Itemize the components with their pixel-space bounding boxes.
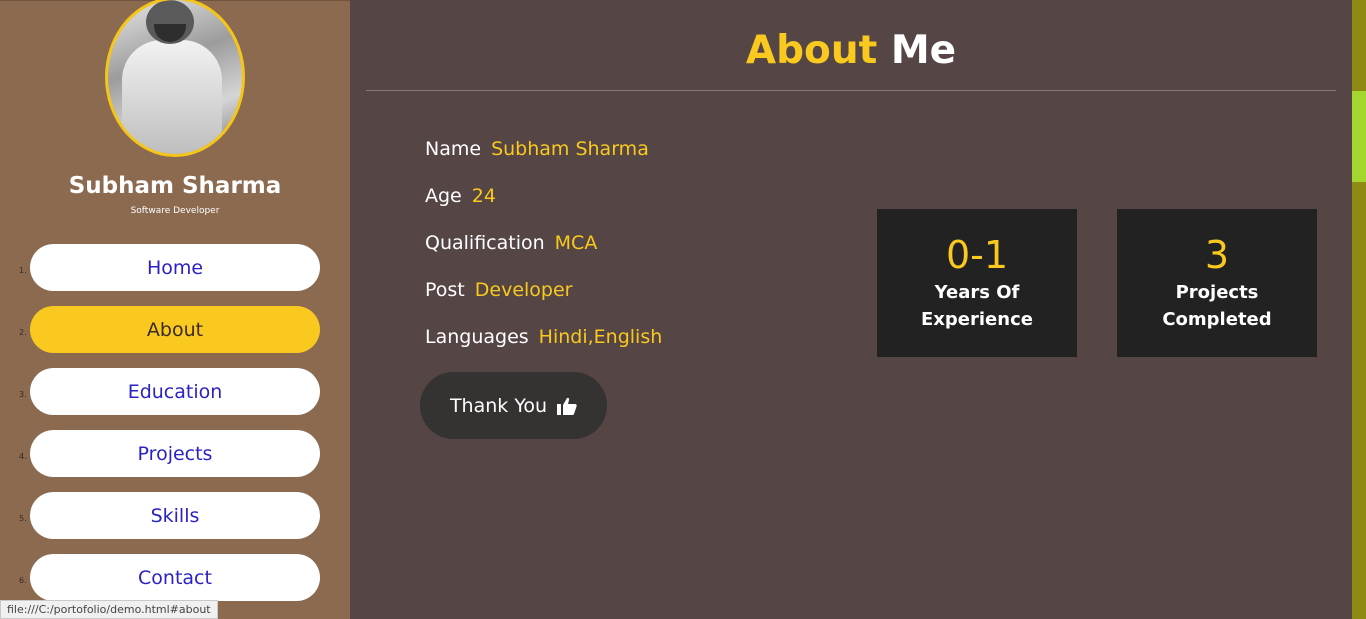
- nav-education-button[interactable]: Education: [30, 368, 320, 415]
- stat-label-line2: Experience: [921, 309, 1033, 330]
- info-value: 24: [471, 185, 496, 207]
- sidebar: Subham Sharma Software Developer 1. Home…: [0, 0, 350, 619]
- page-scrollbar[interactable]: [1352, 0, 1366, 619]
- info-value: Subham Sharma: [491, 138, 649, 160]
- nav-menu: 1. Home 2. About 3. Education 4. Project…: [0, 244, 350, 616]
- info-row-languages: Languages Hindi,English: [425, 326, 662, 373]
- nav-about-button[interactable]: About: [30, 306, 320, 353]
- nav-number: 5.: [19, 514, 27, 523]
- nav-item-education: 3. Education: [0, 368, 350, 415]
- nav-item-skills: 5. Skills: [0, 492, 350, 539]
- page-title: About Me: [350, 28, 1352, 73]
- stat-card-experience: 0-1 Years Of Experience: [877, 209, 1077, 357]
- nav-item-about: 2. About: [0, 306, 350, 353]
- nav-skills-button[interactable]: Skills: [30, 492, 320, 539]
- info-label: Name: [425, 138, 482, 160]
- info-row-name: Name Subham Sharma: [425, 138, 662, 185]
- nav-number: 2.: [19, 328, 27, 337]
- about-section: About Me Name Subham Sharma Age 24 Qualifi…: [350, 0, 1352, 619]
- stat-card-projects: 3 Projects Completed: [1117, 209, 1317, 357]
- nav-number: 3.: [19, 390, 27, 399]
- thank-you-button[interactable]: Thank You: [420, 372, 607, 439]
- info-label: Qualification: [425, 232, 545, 254]
- title-divider: [366, 90, 1336, 91]
- info-row-age: Age 24: [425, 185, 662, 232]
- info-row-post: Post Developer: [425, 279, 662, 326]
- info-label: Age: [425, 185, 462, 207]
- profile-name: Subham Sharma: [68, 173, 282, 199]
- info-value: Developer: [474, 279, 573, 301]
- info-label: Post: [425, 279, 465, 301]
- nav-item-projects: 4. Projects: [0, 430, 350, 477]
- profile-role: Software Developer: [130, 206, 220, 216]
- about-info: Name Subham Sharma Age 24 Qualification MCA…: [425, 138, 662, 373]
- scrollbar-thumb[interactable]: [1352, 91, 1366, 182]
- nav-number: 6.: [19, 576, 27, 585]
- nav-number: 1.: [19, 266, 27, 275]
- info-value: MCA: [554, 232, 598, 254]
- info-row-qualification: Qualification MCA: [425, 232, 662, 279]
- avatar: [105, 0, 245, 157]
- nav-contact-button[interactable]: Contact: [30, 554, 320, 601]
- info-value: Hindi,English: [538, 326, 663, 348]
- nav-projects-button[interactable]: Projects: [30, 430, 320, 477]
- stat-number: 0-1: [945, 233, 1009, 277]
- title-about: About: [745, 28, 878, 73]
- stat-label-line1: Projects: [1175, 282, 1259, 303]
- info-label: Languages: [425, 326, 529, 348]
- nav-item-contact: 6. Contact: [0, 554, 350, 601]
- status-bar-url: file:///C:/portofolio/demo.html#about: [0, 600, 218, 619]
- stat-label-line2: Completed: [1162, 309, 1272, 330]
- title-me: Me: [890, 28, 957, 73]
- nav-item-home: 1. Home: [0, 244, 350, 291]
- nav-home-button[interactable]: Home: [30, 244, 320, 291]
- nav-number: 4.: [19, 452, 27, 461]
- thank-you-label: Thank You: [449, 394, 548, 417]
- stat-number: 3: [1204, 233, 1230, 277]
- thumbs-up-icon: [557, 397, 577, 415]
- stat-label-line1: Years Of: [934, 282, 1020, 303]
